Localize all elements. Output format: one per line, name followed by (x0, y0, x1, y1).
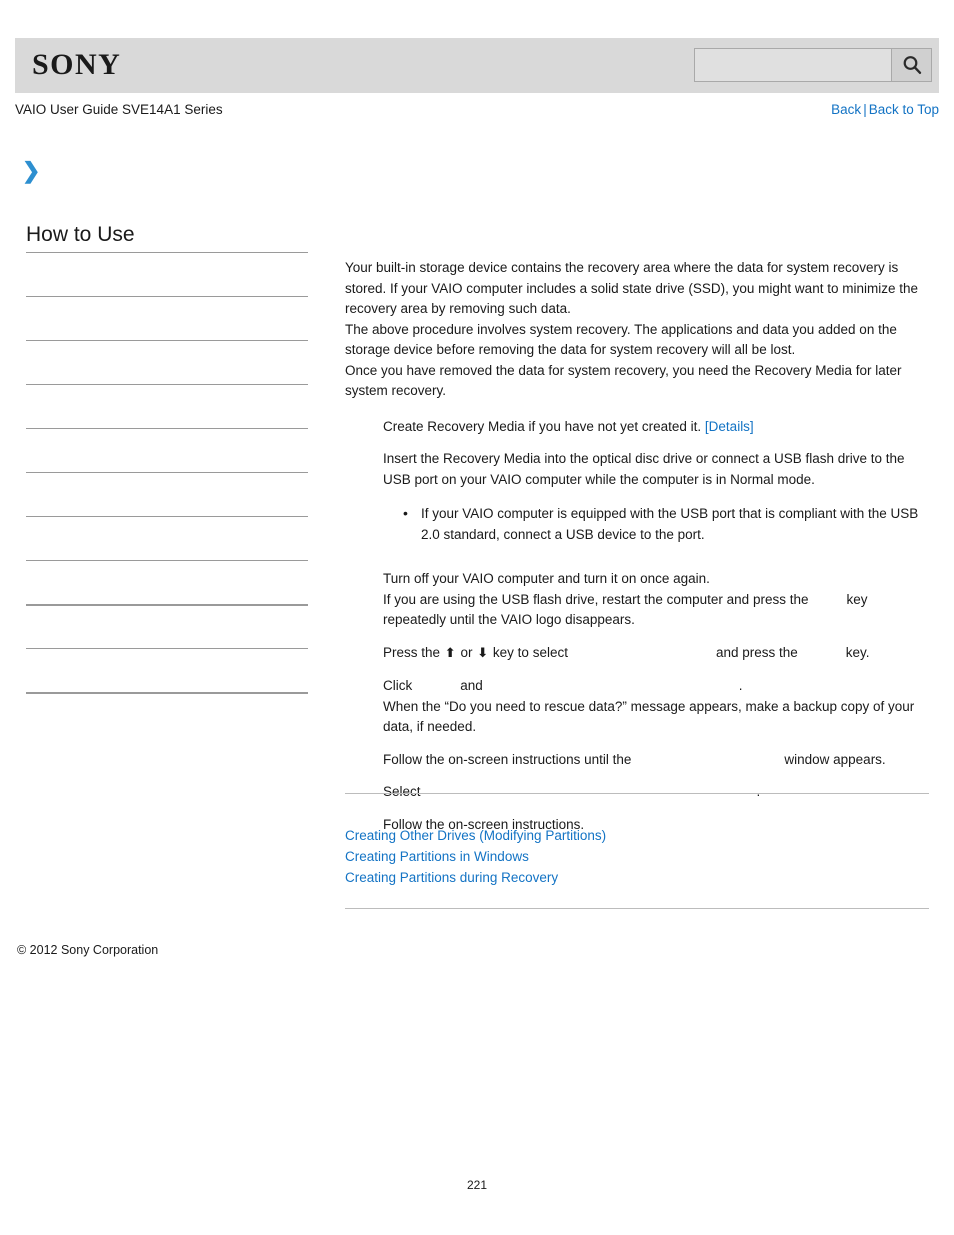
header-nav-links: Back | Back to Top (831, 101, 939, 119)
related-link-0[interactable]: Creating Other Drives (Modifying Partiti… (345, 825, 929, 846)
step-4-d: key. (845, 644, 870, 660)
step-6: Follow the on-screen instructions until … (345, 738, 929, 771)
step-7-b: . (756, 784, 761, 799)
sidebar-item-4[interactable] (26, 428, 308, 472)
step-2: Insert the Recovery Media into the optic… (345, 437, 929, 545)
step-3-line2-before: If you are using the USB flash drive, re… (383, 591, 809, 607)
link-separator: | (863, 102, 867, 117)
sidebar-item-9[interactable] (26, 648, 308, 692)
step-4-b: key to select (492, 644, 568, 660)
sidebar-item-8[interactable] (26, 604, 308, 648)
note-item: If your VAIO computer is equipped with t… (403, 503, 929, 545)
step-1-text: Create Recovery Media if you have not ye… (383, 418, 705, 434)
copyright-text: © 2012 Sony Corporation (17, 943, 159, 957)
intro-paragraph-1: The above procedure involves system reco… (345, 321, 897, 358)
search-input[interactable] (695, 49, 891, 81)
step-4-or: or (460, 644, 473, 660)
related-rule-bottom (345, 908, 929, 909)
search-icon (901, 54, 923, 76)
step-2-text: Insert the Recovery Media into the optic… (383, 451, 905, 487)
sidebar: How to Use (26, 220, 308, 736)
intro-paragraphs: Your built-in storage device contains th… (345, 258, 929, 402)
step-2-notes: If your VAIO computer is equipped with t… (383, 503, 929, 545)
arrow-up-icon: ⬆ (444, 645, 456, 661)
step-5-c: . (738, 678, 743, 693)
step-5-a: Click (383, 678, 413, 693)
arrow-down-icon: ⬇ (477, 645, 489, 661)
step-5: Click and. When the “Do you need to rescu… (345, 664, 929, 738)
intro-paragraph-0: Your built-in storage device contains th… (345, 260, 918, 316)
step-1: Create Recovery Media if you have not ye… (345, 402, 929, 438)
page-number: 221 (466, 1178, 488, 1192)
step-6-a: Follow the on-screen instructions until … (383, 751, 632, 767)
sidebar-item-2[interactable] (26, 340, 308, 384)
main-content: Your built-in storage device contains th… (345, 258, 929, 835)
step-7-a: Select (383, 784, 421, 799)
sidebar-item-5[interactable] (26, 472, 308, 516)
intro-paragraph-2: Once you have removed the data for syste… (345, 362, 902, 399)
step-5-line2: When the “Do you need to rescue data?” m… (383, 698, 915, 735)
step-4-a: Press the (383, 644, 441, 660)
page-title: How to Use (26, 223, 135, 246)
search-box[interactable] (694, 48, 932, 82)
sidebar-item-7[interactable] (26, 560, 308, 604)
step-3: Turn off your VAIO computer and turn it … (345, 557, 929, 631)
procedure-steps: Create Recovery Media if you have not ye… (345, 402, 929, 836)
guide-title: VAIO User Guide SVE14A1 Series (15, 102, 223, 117)
sidebar-item-1[interactable] (26, 296, 308, 340)
related-links: Creating Other Drives (Modifying Partiti… (345, 825, 929, 888)
step-7: Select. (345, 770, 929, 803)
back-to-top-link[interactable]: Back to Top (869, 102, 939, 117)
sidebar-item-10[interactable] (26, 692, 308, 736)
sony-logo: SONY (32, 48, 122, 81)
related-link-2[interactable]: Creating Partitions during Recovery (345, 867, 929, 888)
related-rule-top (345, 793, 929, 794)
step-4-c: and press the (715, 644, 798, 660)
chevron-right-icon: ❯ (22, 158, 41, 183)
details-link[interactable]: [Details] (705, 419, 754, 434)
related-link-1[interactable]: Creating Partitions in Windows (345, 846, 929, 867)
sidebar-item-6[interactable] (26, 516, 308, 560)
site-header: SONY (15, 38, 939, 93)
sidebar-item-0[interactable] (26, 252, 308, 296)
sidebar-item-3[interactable] (26, 384, 308, 428)
back-link[interactable]: Back (831, 102, 861, 117)
step-4: Press the ⬆ or ⬇ key to select and press … (345, 631, 929, 665)
sub-header: VAIO User Guide SVE14A1 Series Back | Back… (15, 101, 939, 121)
search-button[interactable] (891, 49, 931, 81)
step-6-b: window appears. (784, 751, 886, 767)
step-5-b: and (460, 678, 483, 693)
step-3-line1: Turn off your VAIO computer and turn it … (383, 571, 710, 586)
